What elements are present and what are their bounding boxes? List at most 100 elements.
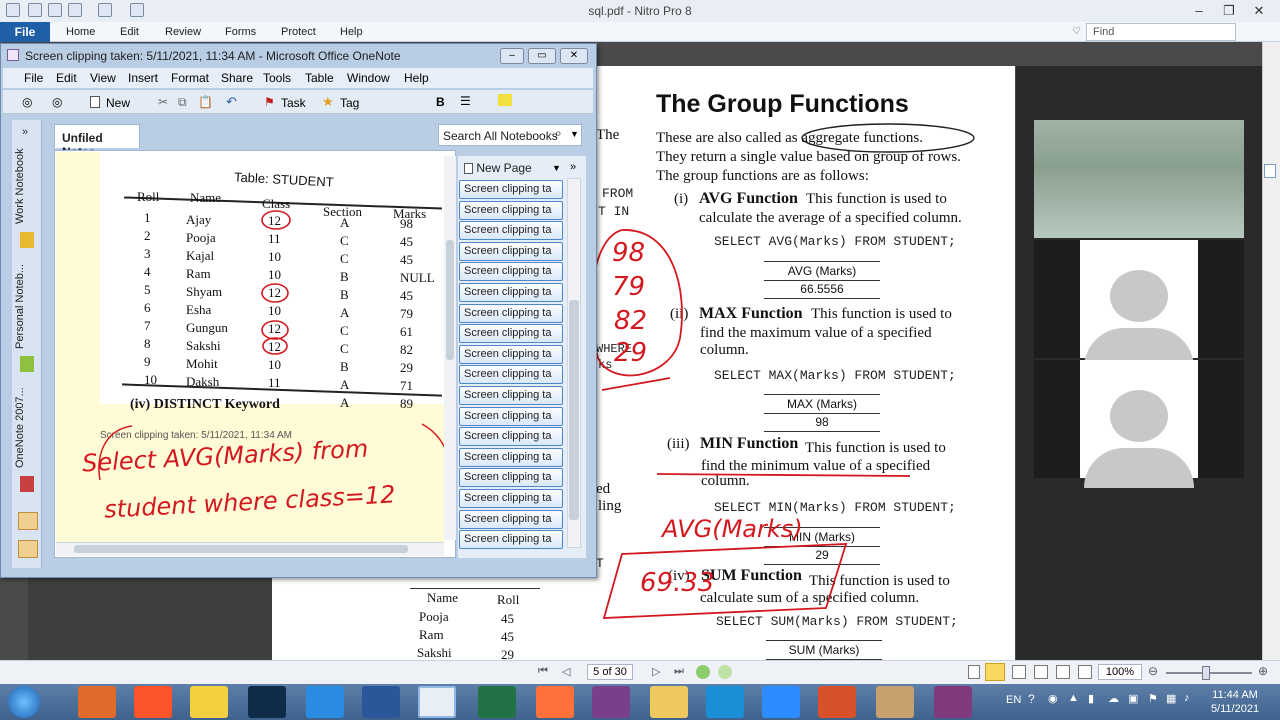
page-tab-item[interactable]: Screen clipping ta (459, 200, 563, 220)
scrollbar-thumb[interactable] (1264, 164, 1276, 178)
flag-icon[interactable]: ⚑ (264, 95, 275, 109)
menu-share[interactable]: Share (221, 71, 253, 85)
page-tab-item[interactable]: Screen clipping ta (459, 427, 563, 447)
paint-icon[interactable] (876, 686, 914, 718)
volume-icon[interactable]: ♪ (1184, 692, 1190, 704)
tab-forms[interactable]: Forms (225, 26, 256, 38)
prev-page-icon[interactable]: ◁ (562, 665, 570, 678)
signal-icon[interactable]: ▦ (1166, 692, 1176, 705)
notebook-tab-work[interactable]: Work Notebook (14, 146, 40, 226)
paste-icon[interactable]: 📋 (198, 95, 213, 109)
continuous-icon[interactable] (985, 663, 1005, 681)
undo-icon[interactable] (98, 3, 112, 17)
new-page-icon[interactable] (90, 96, 100, 108)
onenote-close-button[interactable]: ✕ (560, 48, 588, 64)
page-tab-item[interactable]: Screen clipping ta (459, 283, 563, 302)
highlight-icon[interactable] (498, 94, 512, 106)
cut-icon[interactable]: ✂ (158, 95, 168, 109)
page-tab-item[interactable]: Screen clipping ta (459, 221, 563, 241)
last-page-icon[interactable]: ⏭ (674, 665, 684, 678)
tag-button[interactable]: Tag (340, 96, 359, 110)
menu-help[interactable]: Help (404, 71, 429, 85)
zoom-app-icon[interactable] (762, 686, 800, 718)
facing-icon[interactable] (1012, 665, 1026, 679)
redo-icon[interactable] (130, 3, 144, 17)
cloud-icon[interactable]: ☁ (1108, 692, 1119, 705)
clock[interactable]: 11:44 AM 5/11/2021 (1200, 688, 1270, 716)
forward-icon[interactable]: ◎ (52, 95, 62, 109)
find-input[interactable]: Find (1086, 23, 1236, 41)
expand-icon[interactable]: » (22, 126, 28, 138)
tab-help[interactable]: Help (340, 26, 363, 38)
page-tab-item[interactable]: Screen clipping ta (459, 489, 563, 508)
page-tab-item[interactable]: Screen clipping ta (459, 303, 563, 323)
page-tab-item[interactable]: Screen clipping ta (459, 447, 563, 467)
nitro-taskbar-icon[interactable] (818, 686, 856, 718)
print-icon[interactable] (68, 3, 82, 17)
restore-button[interactable]: ❐ (1216, 2, 1242, 20)
photoshop-icon[interactable] (248, 686, 286, 718)
onenote-maximize-button[interactable]: ▭ (528, 48, 556, 64)
save-icon[interactable] (48, 3, 62, 17)
page-tab-item[interactable]: Screen clipping ta (459, 509, 563, 529)
menu-view[interactable]: View (90, 71, 116, 85)
next-page-icon[interactable]: ▷ (652, 665, 660, 678)
back-icon[interactable]: ◎ (22, 95, 32, 109)
fullscreen-icon[interactable] (1078, 665, 1092, 679)
brave-icon[interactable] (134, 686, 172, 718)
new-page-dropdown-icon[interactable]: ▼ (552, 163, 561, 173)
start-button[interactable] (8, 686, 40, 718)
menu-file[interactable]: File (24, 71, 43, 85)
page-tab-item[interactable]: Screen clipping ta (459, 262, 563, 282)
zoom-in-icon[interactable]: ⊕ (1258, 664, 1268, 678)
heart-icon[interactable]: ♡ (1072, 26, 1081, 37)
zoom-out-icon[interactable]: ⊖ (1148, 664, 1158, 678)
flag-tray-icon[interactable]: ⚑ (1148, 692, 1158, 705)
tray-expand-icon[interactable]: ▲ (1068, 692, 1079, 704)
back-view-icon[interactable] (696, 665, 710, 679)
vertical-scrollbar[interactable] (1262, 42, 1280, 660)
page-number-input[interactable]: 5 of 30 (587, 664, 633, 680)
first-page-icon[interactable]: ⏮ (538, 665, 548, 678)
notebook-tab-onenote2007[interactable]: OneNote 2007... (14, 384, 40, 472)
task-button[interactable]: Task (281, 96, 306, 110)
menu-edit[interactable]: Edit (56, 71, 77, 85)
page-list-scroll-thumb[interactable] (569, 300, 579, 520)
help-icon[interactable]: ? (1028, 692, 1035, 706)
tray-icon[interactable]: ◉ (1048, 692, 1058, 705)
menu-window[interactable]: Window (347, 71, 390, 85)
taskbar-app-icon[interactable] (78, 686, 116, 718)
explorer-icon[interactable] (650, 686, 688, 718)
tab-review[interactable]: Review (165, 26, 201, 38)
file-tab[interactable]: File (0, 22, 50, 42)
winrar-icon[interactable] (592, 686, 630, 718)
chrome-icon[interactable] (418, 686, 456, 718)
menu-tools[interactable]: Tools (263, 71, 291, 85)
forward-view-icon[interactable] (718, 665, 732, 679)
chevron-down-icon[interactable]: ▼ (570, 129, 579, 139)
onenote-minimize-button[interactable]: – (500, 48, 524, 64)
page-tab-item[interactable]: Screen clipping ta (459, 180, 563, 199)
page-tab-item[interactable]: Screen clipping ta (459, 406, 563, 426)
firefox-icon[interactable] (536, 686, 574, 718)
search-icon[interactable]: ⌕ (555, 126, 562, 141)
zoom-slider-thumb[interactable] (1202, 666, 1210, 680)
unfiled-notes-icon[interactable] (18, 512, 38, 530)
word-icon[interactable] (362, 686, 400, 718)
single-page-icon[interactable] (968, 665, 980, 679)
edge-icon[interactable] (706, 686, 744, 718)
fit-icon[interactable] (1056, 665, 1070, 679)
notebook-tab-personal[interactable]: Personal Noteb... (14, 262, 40, 352)
page-tab-item[interactable]: Screen clipping ta (459, 468, 563, 488)
close-button[interactable]: ✕ (1246, 2, 1272, 20)
section-tab-unfiled[interactable]: Unfiled Notes (54, 124, 140, 159)
network-icon[interactable]: ▮ (1088, 692, 1094, 705)
undo-icon[interactable]: ↶ (226, 94, 237, 110)
tab-edit[interactable]: Edit (120, 26, 139, 38)
all-notebooks-icon[interactable] (18, 540, 38, 558)
new-button[interactable]: New (106, 96, 130, 110)
python-icon[interactable] (190, 686, 228, 718)
page-tab-item[interactable]: Screen clipping ta (459, 365, 563, 385)
menu-format[interactable]: Format (171, 71, 209, 85)
tab-home[interactable]: Home (66, 26, 95, 38)
